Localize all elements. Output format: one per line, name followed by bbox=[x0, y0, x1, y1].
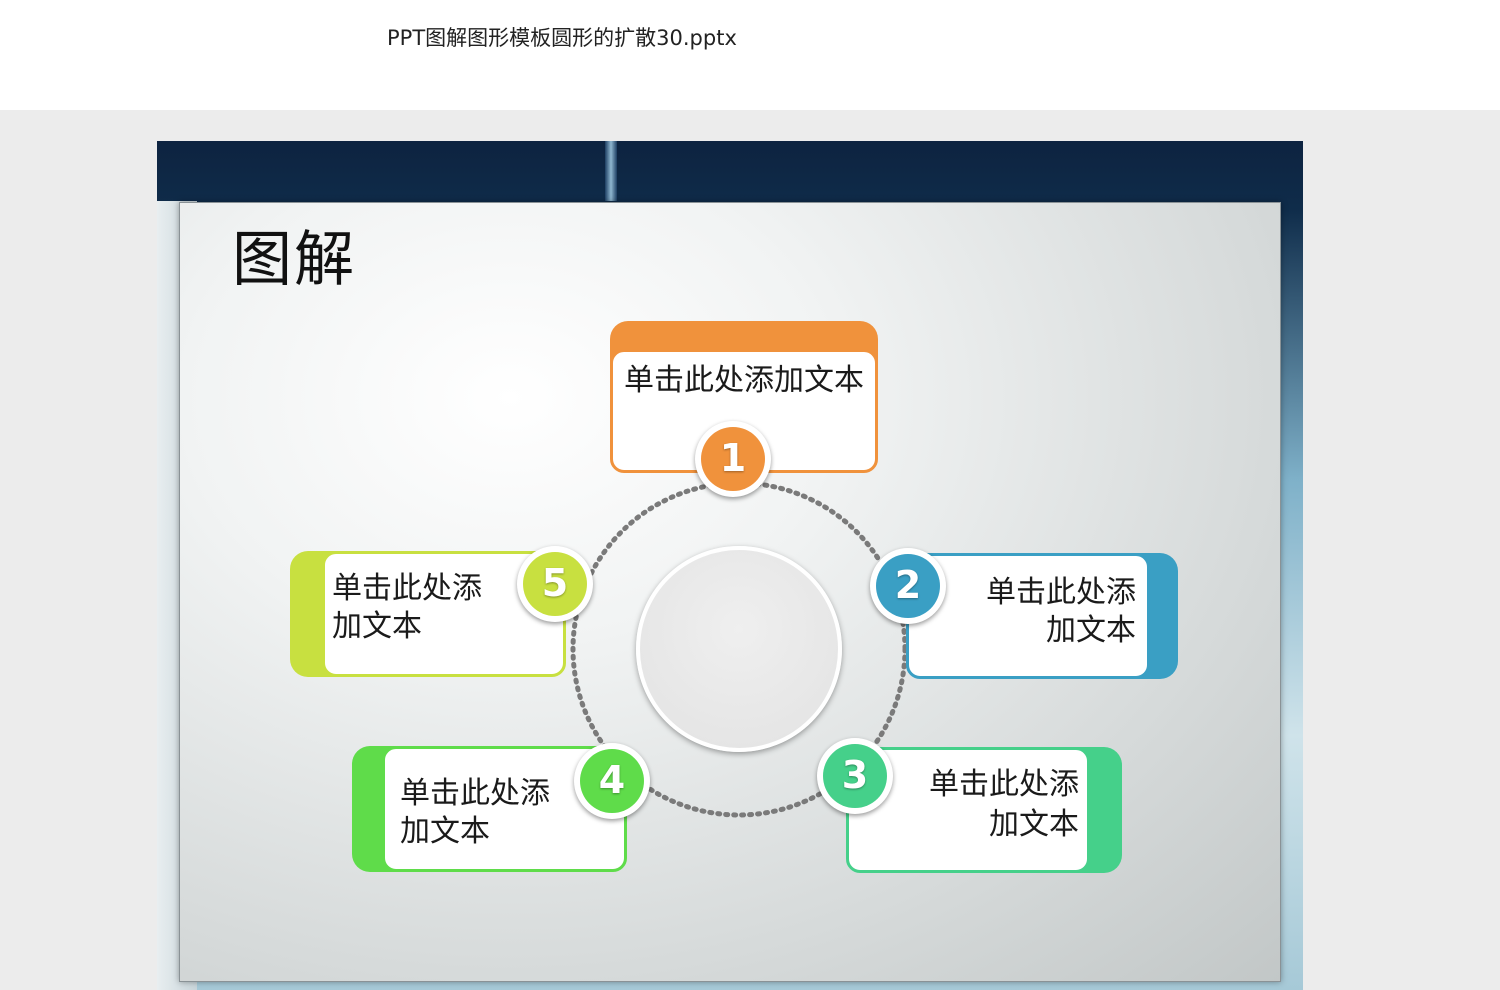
slide: 图解 单击此处添加文本 1 单击此处添 加文本 2 单击此处添 加文本 3 单击… bbox=[157, 141, 1303, 990]
slide-content-panel: 图解 单击此处添加文本 1 单击此处添 加文本 2 单击此处添 加文本 3 单击… bbox=[179, 202, 1281, 982]
item-2-text-line-1[interactable]: 单击此处添 bbox=[976, 573, 1136, 613]
item-4-text-line-1[interactable]: 单击此处添 bbox=[400, 774, 570, 814]
document-title: PPT图解图形模板圆形的扩散30.pptx bbox=[387, 26, 737, 50]
item-3-text-line-1[interactable]: 单击此处添 bbox=[914, 765, 1079, 805]
item-5-text-line-1[interactable]: 单击此处添 bbox=[332, 569, 502, 609]
center-circle[interactable] bbox=[636, 546, 842, 752]
item-4-number-badge: 4 bbox=[574, 743, 650, 819]
item-4-text-line-2[interactable]: 加文本 bbox=[400, 812, 570, 852]
item-5-text-line-2[interactable]: 加文本 bbox=[332, 607, 502, 647]
item-5-number-badge: 5 bbox=[517, 546, 593, 622]
background-decoration-line bbox=[605, 141, 617, 201]
item-1-text[interactable]: 单击此处添加文本 bbox=[624, 361, 874, 401]
item-3-text-line-2[interactable]: 加文本 bbox=[914, 805, 1079, 845]
item-2-number-badge: 2 bbox=[870, 548, 946, 624]
document-header: PPT图解图形模板圆形的扩散30.pptx bbox=[0, 0, 1500, 110]
item-2-text-line-2[interactable]: 加文本 bbox=[976, 611, 1136, 651]
diagram-item-2[interactable]: 单击此处添 加文本 bbox=[906, 553, 1181, 683]
item-1-number-badge: 1 bbox=[695, 421, 771, 497]
item-3-number-badge: 3 bbox=[817, 738, 893, 814]
